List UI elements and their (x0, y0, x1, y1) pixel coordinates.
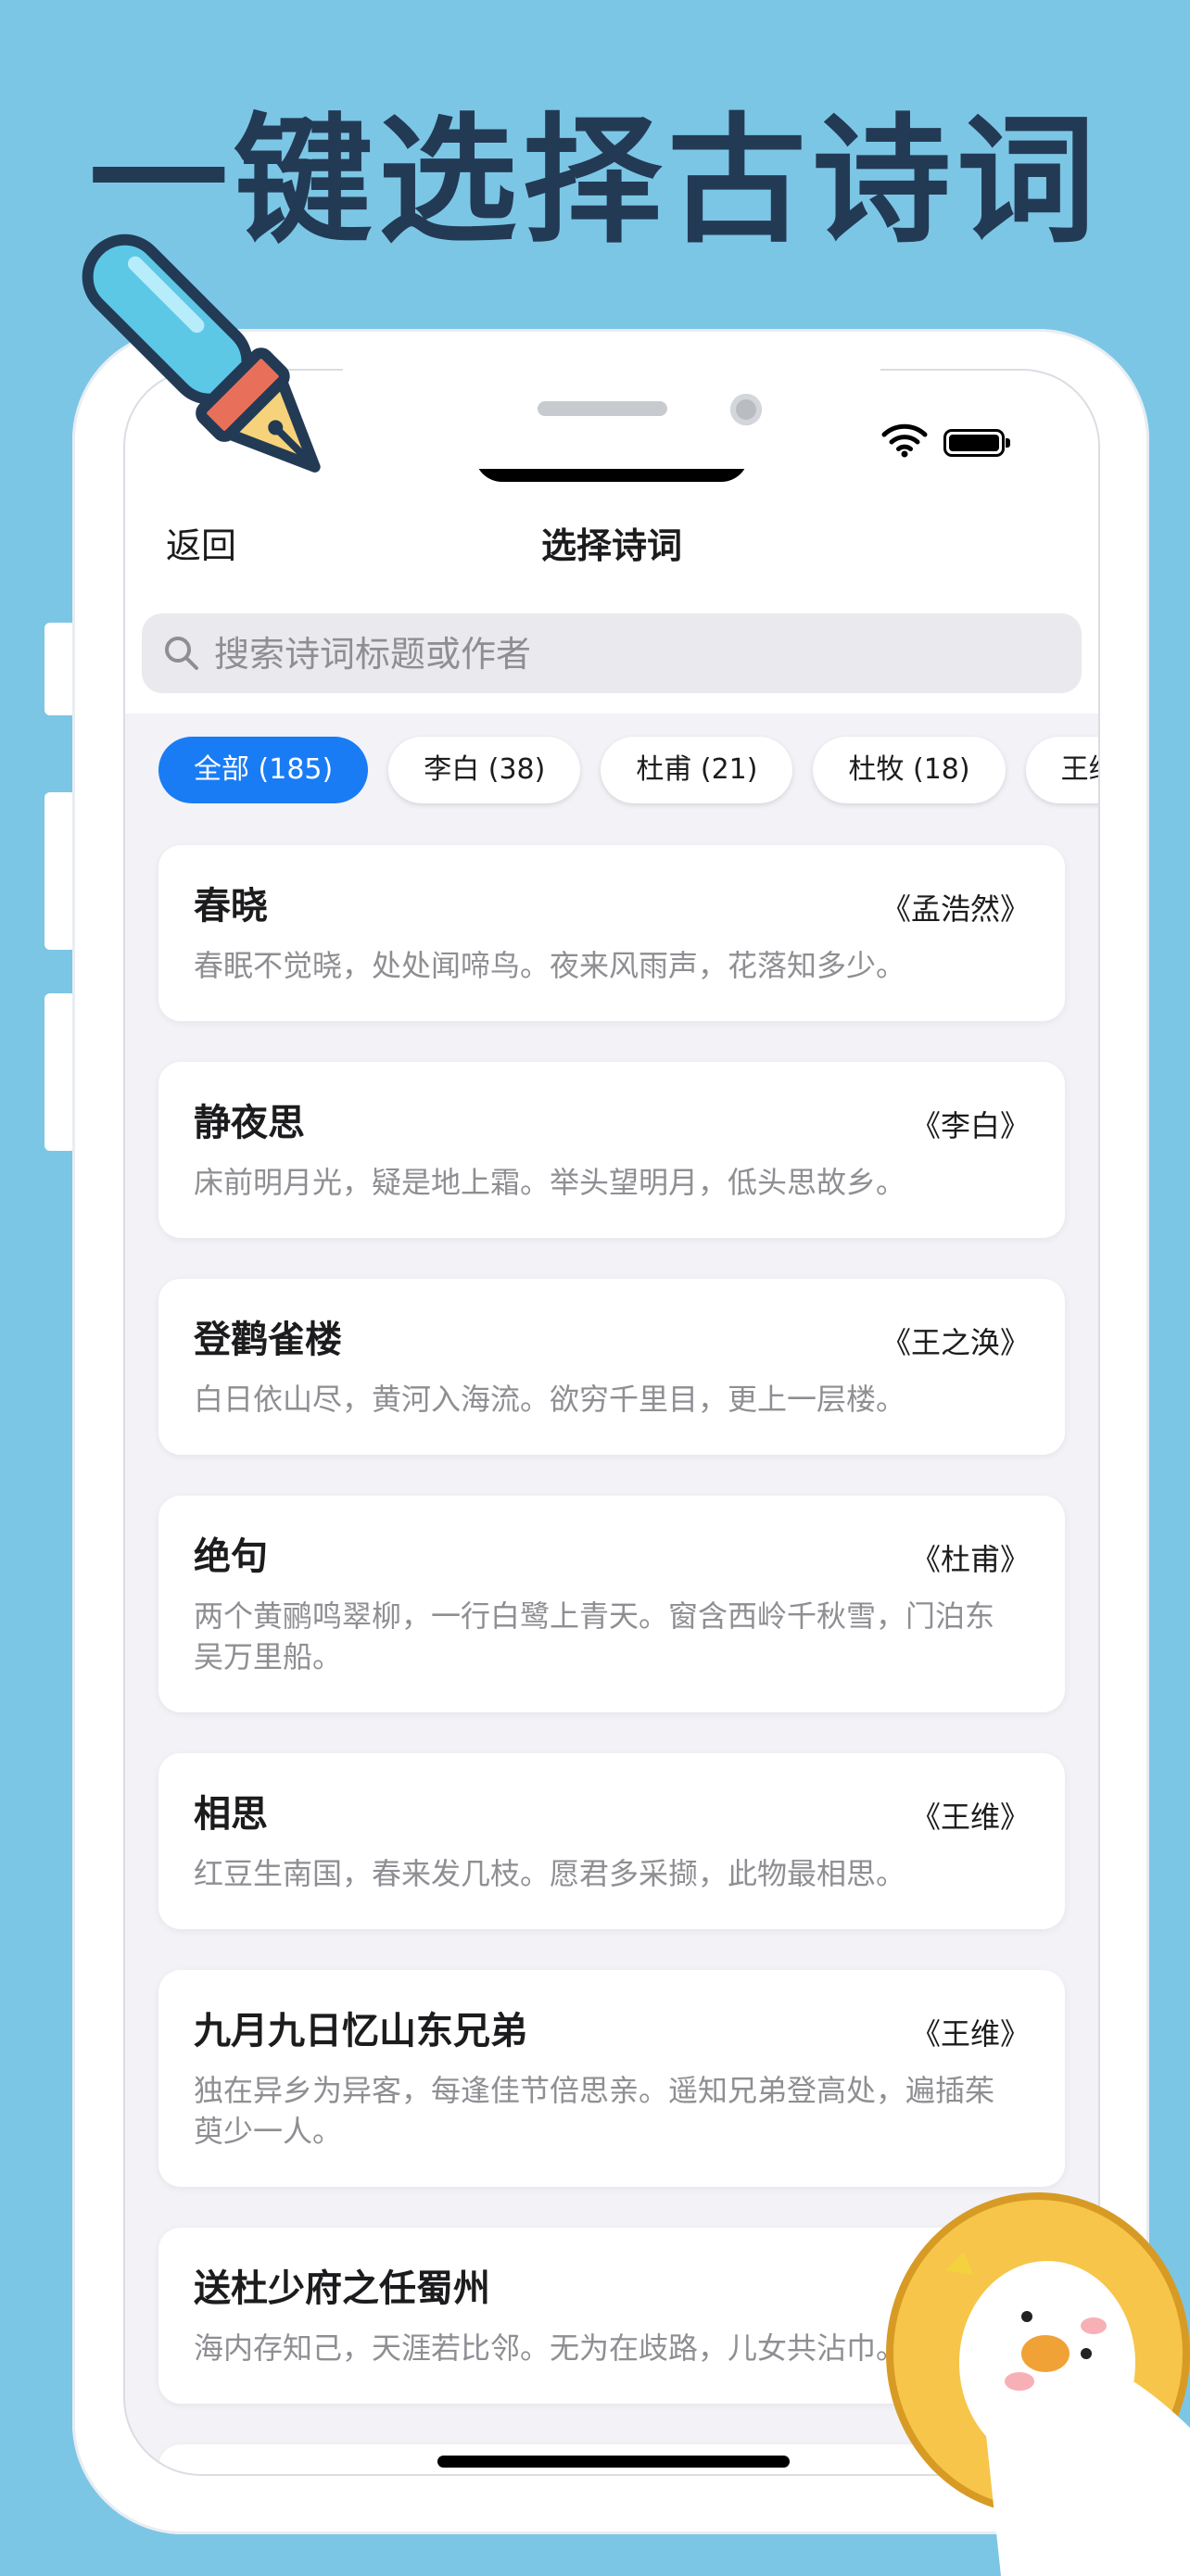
poem-excerpt: 床前明月光，疑是地上霜。举头望明月，低头思故乡。 (194, 1165, 906, 1200)
filter-chip[interactable]: 杜甫 (21) (601, 737, 793, 803)
poem-author: 《孟浩然》 (880, 891, 1030, 927)
poem-excerpt: 春眠不觉晓，处处闻啼鸟。夜来风雨声，花落知多少。 (194, 948, 906, 983)
phone-volume-up-button (44, 792, 76, 950)
poem-title: 九月九日忆山东兄弟 (194, 2010, 527, 2052)
search-input[interactable] (212, 613, 1050, 695)
filter-chip[interactable]: 杜牧 (18) (813, 737, 1006, 803)
search-icon (165, 637, 198, 670)
author-filter-bar: 全部 (185) 李白 (38) 杜甫 (21) 杜牧 (18) 王维 (158, 737, 1098, 803)
poem-author: 《杜甫》 (910, 1542, 1030, 1577)
search-bar[interactable] (142, 613, 1082, 695)
filter-chip[interactable]: 李白 (38) (388, 737, 581, 803)
wifi-icon (881, 423, 928, 458)
poem-title: 静夜思 (194, 1102, 305, 1144)
battery-icon (943, 429, 1010, 457)
filter-chip[interactable]: 全部 (185) (158, 737, 369, 803)
filter-chip[interactable]: 王维 (1025, 737, 1098, 803)
poem-excerpt: 两个黄鹂鸣翠柳，一行白鹭上青天。窗含西岭千秋雪，门泊东吴万里船。 (194, 1598, 995, 1674)
poem-author: 《李白》 (910, 1108, 1030, 1143)
speaker-grille (538, 401, 667, 416)
phone-silent-switch (44, 623, 76, 715)
poem-card[interactable]: 相思 《王维》 红豆生南国，春来发几枝。愿君多采撷，此物最相思。 (158, 1753, 1065, 1929)
home-indicator (437, 2456, 790, 2468)
poem-title: 绝句 (194, 1535, 268, 1578)
phone-volume-down-button (44, 993, 76, 1151)
poem-card[interactable]: 静夜思 《李白》 床前明月光，疑是地上霜。举头望明月，低头思故乡。 (158, 1062, 1065, 1238)
poem-excerpt: 白日依山尽，黄河入海流。欲穷千里目，更上一层楼。 (194, 1382, 906, 1417)
poem-card[interactable]: 九月九日忆山东兄弟 《王维》独在异乡为异客，每逢佳节倍思亲。遥知兄弟登高处，遍插茱… (158, 1970, 1065, 2187)
phone-notch (343, 369, 880, 469)
front-camera (730, 394, 762, 425)
poem-author: 《王之涣》 (880, 1325, 1030, 1360)
poem-title: 相思 (194, 1793, 268, 1836)
poem-card[interactable]: 登鹳雀楼 《王之涣》 白日依山尽，黄河入海流。欲穷千里目，更上一层楼。 (158, 1279, 1065, 1455)
poem-card[interactable]: 绝句 《杜甫》两个黄鹂鸣翠柳，一行白鹭上青天。窗含西岭千秋雪，门泊东吴万里船。 (158, 1496, 1065, 1712)
app-screen: 返回 选择诗词 全部 (185)李白 (38)杜甫 (21)杜牧 (18)王维 … (125, 371, 1098, 2474)
page-title: 选择诗词 (540, 525, 682, 566)
poem-card[interactable]: 春晓 《孟浩然》 春眠不觉晓，处处闻啼鸟。夜来风雨声，花落知多少。 (158, 845, 1065, 1021)
poem-author: 《王维》 (910, 1799, 1030, 1835)
poem-author: 《王维》 (910, 2016, 1030, 2052)
fountain-pen-illustration (82, 234, 321, 473)
poem-excerpt: 红豆生南国，春来发几枝。愿君多采撷，此物最相思。 (194, 1856, 906, 1891)
poem-excerpt: 独在异乡为异客，每逢佳节倍思亲。遥知兄弟登高处，遍插茱萸少一人。 (194, 2073, 995, 2149)
duck-illustration (886, 2192, 1190, 2576)
